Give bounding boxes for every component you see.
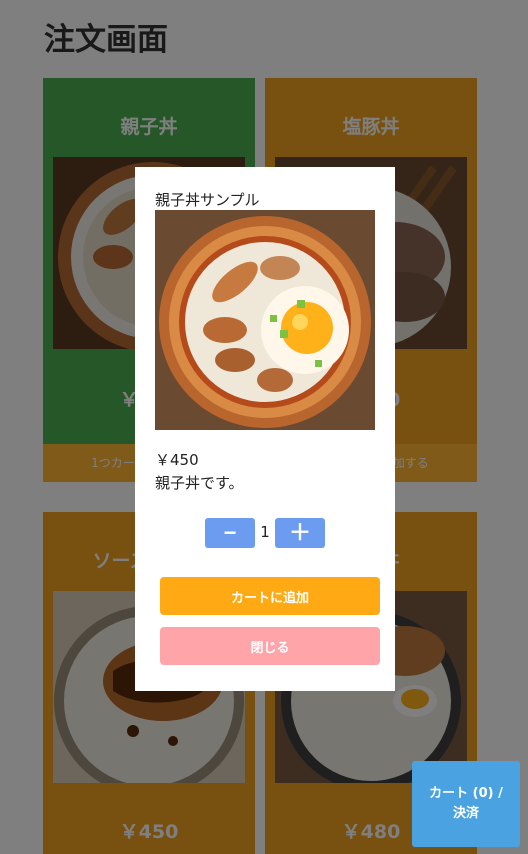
- modal-title: 親子丼サンプル: [155, 191, 260, 209]
- add-to-cart-modal-button[interactable]: カートに追加: [160, 577, 380, 615]
- increment-button[interactable]: ＋: [275, 518, 325, 548]
- modal-price: ￥450: [155, 451, 199, 469]
- product-modal: 親子丼サンプル ￥450 親子丼です。 − 1 ＋ カートに追加 閉じる: [135, 167, 395, 691]
- quantity-stepper: − 1 ＋: [205, 518, 325, 548]
- modal-description: 親子丼です。: [155, 474, 244, 492]
- order-page: 注文画面 親子丼 ￥450 1つカートに追加する 塩豚丼: [0, 0, 528, 854]
- decrement-button[interactable]: −: [205, 518, 255, 548]
- modal-product-image: [155, 210, 375, 430]
- cart-checkout-button[interactable]: カート (0) / 決済: [412, 761, 520, 847]
- quantity-value: 1: [260, 523, 270, 541]
- close-modal-button[interactable]: 閉じる: [160, 627, 380, 665]
